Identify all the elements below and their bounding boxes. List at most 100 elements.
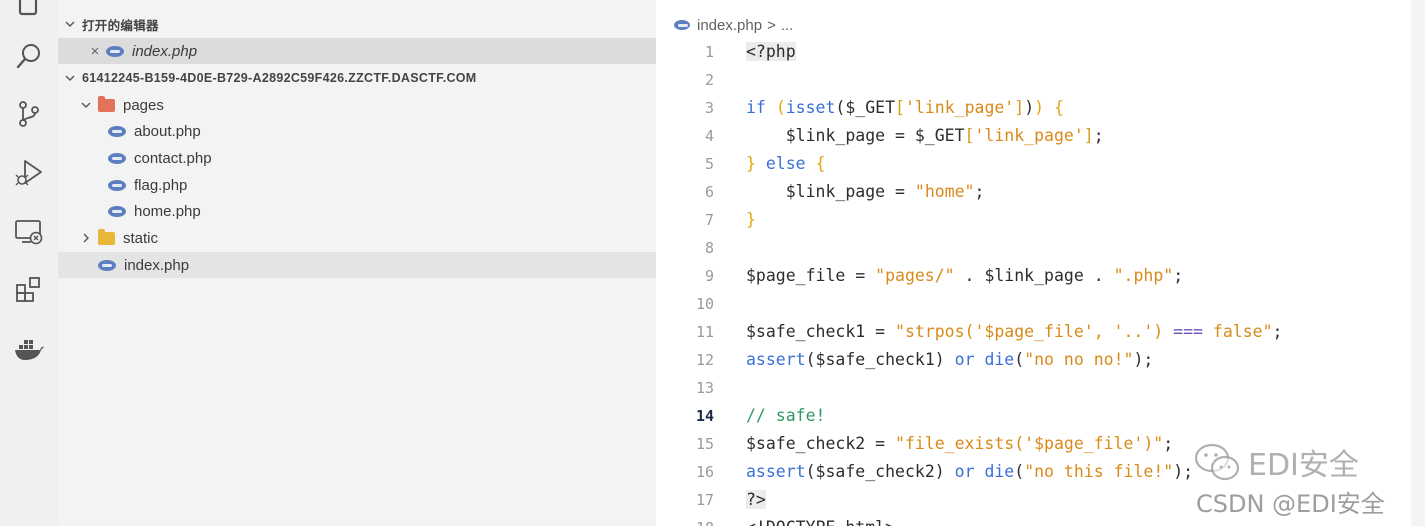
code-text: // safe! — [746, 402, 825, 430]
code-line[interactable]: 5} else { — [656, 150, 1411, 178]
code-token: 'link_page' — [974, 126, 1084, 145]
tree-folder-pages[interactable]: pages — [58, 92, 656, 118]
code-token: ?> — [746, 490, 766, 509]
code-token: $link_page = — [746, 182, 915, 201]
code-token: $link_page — [984, 266, 1084, 285]
line-number: 6 — [704, 183, 714, 201]
line-number: 11 — [695, 323, 714, 341]
code-text: $safe_check1 = "strpos('$page_file', '..… — [746, 318, 1282, 346]
line-number: 10 — [695, 295, 714, 313]
workspace-header[interactable]: 61412245-B159-4D0E-B729-A2892C59F426.ZZC… — [58, 65, 656, 91]
extensions-icon[interactable] — [13, 274, 45, 306]
open-editor-filename: index.php — [132, 42, 198, 60]
code-line[interactable]: 10 — [656, 290, 1411, 318]
run-debug-icon[interactable] — [13, 156, 45, 188]
php-file-icon — [106, 45, 124, 57]
breadcrumb-separator: > — [767, 16, 776, 34]
line-number: 17 — [695, 491, 714, 509]
remote-explorer-icon[interactable] — [13, 216, 45, 248]
code-line[interactable]: 11 $safe_check1 = "strpos('$page_file', '… — [656, 318, 1411, 346]
line-number: 1 — [704, 43, 714, 61]
tree-file-index[interactable]: index.php — [58, 252, 656, 278]
line-number: 13 — [695, 379, 714, 397]
tree-item-label: flag.php — [134, 176, 188, 194]
close-icon[interactable]: × — [86, 43, 104, 60]
breadcrumb-rest[interactable]: ... — [781, 17, 794, 34]
workspace-label: 61412245-B159-4D0E-B729-A2892C59F426.ZZC… — [82, 71, 477, 85]
line-number: 16 — [695, 463, 714, 481]
breadcrumb: index.php > ... — [674, 14, 793, 36]
code-token: // safe! — [746, 406, 826, 425]
code-token: ) — [1034, 98, 1045, 117]
php-file-icon — [108, 205, 126, 217]
code-text: $safe_check2 = "file_exists('$page_file'… — [746, 430, 1173, 458]
php-file-icon — [674, 20, 690, 30]
code-line[interactable]: 3 if (isset($_GET['link_page'])) { — [656, 94, 1411, 122]
line-number: 9 — [704, 267, 714, 285]
tree-file-home[interactable]: home.php — [58, 198, 656, 224]
open-editors-header[interactable]: 打开的编辑器 — [58, 11, 656, 37]
open-editor-item[interactable]: × index.php — [58, 38, 656, 64]
code-text: assert($safe_check2) or die("no this fil… — [746, 458, 1193, 486]
code-text: $link_page = "home"; — [746, 178, 985, 206]
code-token: ; — [974, 182, 985, 201]
code-token: ) — [934, 462, 955, 481]
code-text: $page_file = "pages/" . $link_page . ".p… — [746, 262, 1183, 290]
code-token: } — [746, 154, 756, 173]
source-control-icon[interactable] — [13, 98, 45, 130]
code-line[interactable]: 6 $link_page = "home"; — [656, 178, 1411, 206]
code-token: ); — [1133, 350, 1154, 369]
tree-item-label: home.php — [134, 202, 201, 220]
chevron-right-icon — [78, 230, 94, 246]
code-line[interactable]: 7} — [656, 206, 1411, 234]
code-text: } — [746, 206, 756, 234]
tree-file-about[interactable]: about.php — [58, 118, 656, 144]
tree-item-label: index.php — [124, 256, 190, 274]
tree-folder-static[interactable]: static — [58, 225, 656, 251]
code-text: } else { — [746, 150, 825, 178]
code-token: false" — [1202, 322, 1273, 341]
code-line[interactable]: 14 // safe! — [656, 402, 1411, 430]
code-token: ) — [1024, 98, 1035, 117]
tree-item-label: about.php — [134, 122, 201, 140]
explorer-icon[interactable] — [13, 0, 45, 20]
code-line[interactable]: 4 $link_page = $_GET['link_page']; — [656, 122, 1411, 150]
line-number: 14 — [695, 407, 714, 425]
code-line[interactable]: 13 — [656, 374, 1411, 402]
breadcrumb-file[interactable]: index.php — [697, 17, 762, 34]
code-token: assert — [746, 350, 806, 369]
code-token: 'link_page' — [904, 98, 1015, 117]
code-line[interactable]: 8 — [656, 234, 1411, 262]
tree-file-flag[interactable]: flag.php — [58, 172, 656, 198]
code-token: . — [954, 266, 985, 285]
code-token: "no no no!" — [1024, 350, 1134, 369]
scrollbar-track[interactable] — [1411, 0, 1425, 526]
code-token: ; — [1173, 266, 1184, 285]
code-line[interactable]: 2 — [656, 66, 1411, 94]
code-token: { — [815, 154, 826, 173]
code-token: ( — [1014, 350, 1025, 369]
folder-icon — [98, 228, 115, 245]
chevron-down-icon — [62, 16, 78, 32]
search-icon[interactable] — [13, 40, 45, 72]
code-token: ( — [775, 98, 786, 117]
code-token: isset — [785, 98, 836, 117]
code-token: else — [755, 154, 816, 173]
code-token: ".php" — [1113, 266, 1174, 285]
explorer-sidebar: 打开的编辑器 × index.php 61412245-B159-4D0E-B7… — [58, 0, 656, 526]
code-token: . — [1083, 266, 1114, 285]
code-token: <?php — [746, 42, 796, 61]
code-line[interactable]: 12 assert($safe_check1) or die("no no no!… — [656, 346, 1411, 374]
code-token: ( — [805, 462, 816, 481]
line-number: 15 — [695, 435, 714, 453]
code-text: if (isset($_GET['link_page'])) { — [746, 94, 1064, 122]
code-token: or die — [954, 350, 1015, 369]
code-token: [ — [964, 126, 975, 145]
code-line[interactable]: 1 <?php — [656, 38, 1411, 66]
docker-icon[interactable] — [13, 333, 45, 365]
code-token: "no this file!" — [1024, 462, 1174, 481]
code-line[interactable]: 9 $page_file = "pages/" . $link_page . ".… — [656, 262, 1411, 290]
php-file-icon — [108, 125, 126, 137]
code-token: "file_exists('$page_file')" — [895, 434, 1164, 453]
tree-file-contact[interactable]: contact.php — [58, 145, 656, 171]
